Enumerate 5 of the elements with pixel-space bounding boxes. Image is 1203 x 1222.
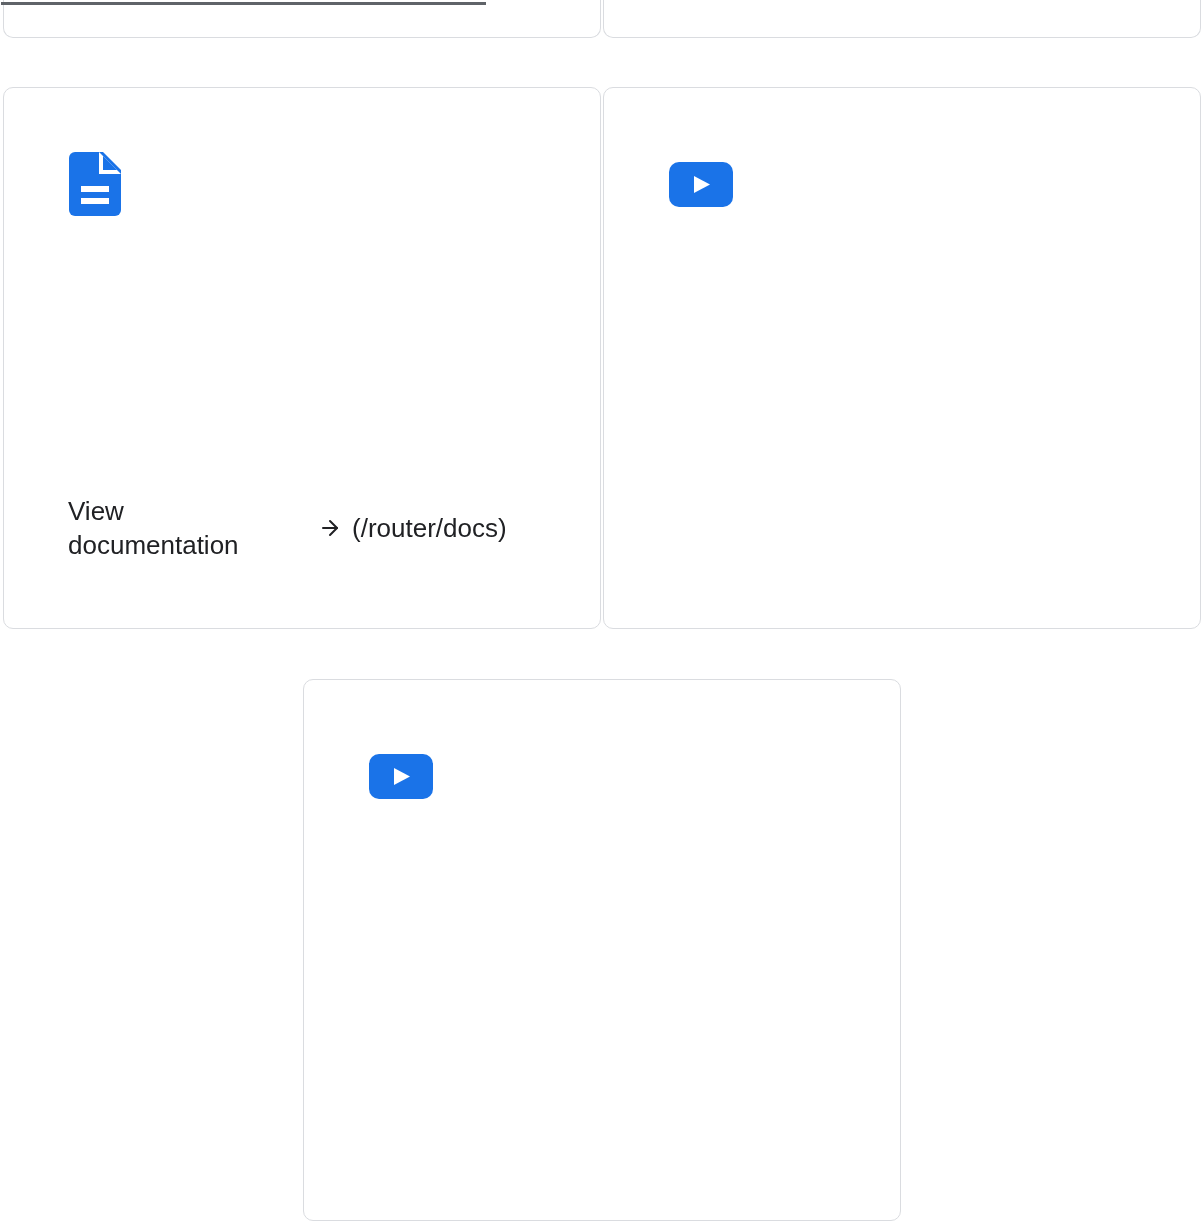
document-icon bbox=[69, 152, 121, 216]
docs-link[interactable]: (/router/docs) bbox=[318, 512, 507, 544]
link-label: View documentation bbox=[68, 495, 240, 562]
play-icon bbox=[369, 754, 433, 799]
play-icon bbox=[669, 162, 733, 207]
